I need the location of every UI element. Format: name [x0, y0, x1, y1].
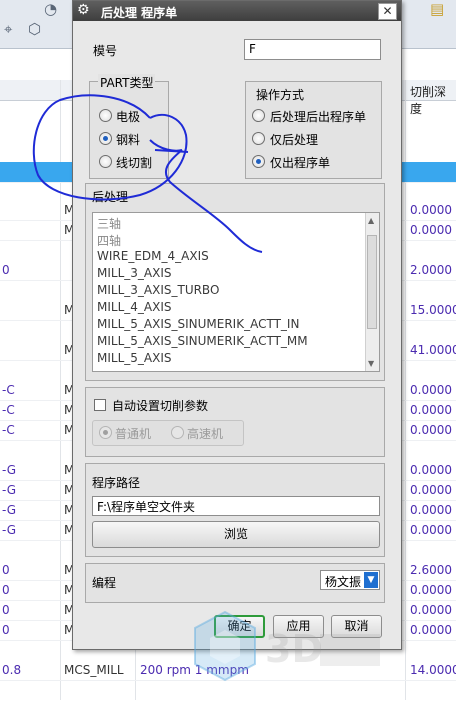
- postprocessor-title: 后处理: [90, 188, 131, 205]
- list-item[interactable]: MILL_3_AXIS: [97, 266, 171, 280]
- column-header-cut-depth[interactable]: 切削深度: [410, 83, 456, 117]
- option-label: 仅出程序单: [270, 156, 331, 170]
- table-cell: -G: [2, 523, 17, 537]
- option-label: 线切割: [116, 156, 153, 170]
- table-cell: 0.0000: [410, 383, 452, 397]
- programmer-value: 杨文振: [325, 575, 362, 589]
- programmer-group: 编程 杨文振 ▼: [85, 563, 385, 603]
- scroll-down-icon[interactable]: ▼: [368, 359, 374, 368]
- table-cell: -G: [2, 483, 17, 497]
- table-cell: 0.8: [2, 663, 22, 677]
- radio-normal-machine[interactable]: [99, 426, 112, 439]
- program-path-title: 程序路径: [92, 476, 141, 490]
- mold-number-input[interactable]: F: [244, 39, 381, 60]
- list-item[interactable]: MILL_5_AXIS_SINUMERIK_ACTT_IN: [97, 317, 299, 331]
- sketch-tool-icon[interactable]: ⌖: [4, 20, 12, 38]
- programmer-select[interactable]: 杨文振 ▼: [320, 570, 380, 590]
- list-item[interactable]: 三轴: [97, 215, 121, 232]
- list-item[interactable]: 四轴: [97, 232, 121, 249]
- radio-electrode[interactable]: [99, 109, 112, 122]
- apply-button[interactable]: 应用: [273, 615, 324, 638]
- close-button[interactable]: ✕: [378, 3, 397, 20]
- postprocessor-list[interactable]: 三轴 四轴 WIRE_EDM_4_AXIS MILL_3_AXIS MILL_3…: [92, 212, 380, 372]
- operation-mode-group: 操作方式 后处理后出程序单 仅后处理 仅出程序单: [245, 81, 382, 179]
- option-label: 后处理后出程序单: [270, 110, 367, 124]
- auto-cut-checkbox[interactable]: [94, 399, 106, 411]
- table-cell: 0.0000: [410, 503, 452, 517]
- gear-icon: ⚙: [77, 2, 90, 18]
- table-cell: 15.0000: [410, 303, 456, 317]
- operation-mode-title: 操作方式: [254, 86, 307, 103]
- table-cell: -C: [2, 383, 15, 397]
- notebook-tool-icon[interactable]: ▤: [430, 0, 444, 18]
- list-item[interactable]: WIRE_EDM_4_AXIS: [97, 249, 209, 263]
- program-path-group: 程序路径 F:\程序单空文件夹 浏览: [85, 463, 385, 557]
- option-label: 仅后处理: [270, 133, 319, 147]
- table-cell: 0: [2, 563, 10, 577]
- hexagon-tool-icon[interactable]: ⬡: [28, 20, 41, 38]
- cancel-button[interactable]: 取消: [331, 615, 382, 638]
- table-cell: 0.0000: [410, 423, 452, 437]
- table-cell: 0.0000: [410, 203, 452, 217]
- list-item[interactable]: MILL_5_AXIS_SINUMERIK_ACTT_MM: [97, 334, 308, 348]
- postprocess-dialog: ⚙ 后处理 程序单 ✕ 模号 F PART类型 电极 钢料 线切割 操作方式 后…: [72, 0, 402, 650]
- programmer-label: 编程: [92, 576, 117, 590]
- dialog-titlebar[interactable]: ⚙ 后处理 程序单 ✕: [73, 1, 401, 21]
- scroll-thumb[interactable]: [367, 235, 377, 329]
- table-cell: -G: [2, 463, 17, 477]
- radio-wire-cut[interactable]: [99, 155, 112, 168]
- option-label: 钢料: [116, 133, 141, 147]
- table-cell: -G: [2, 503, 17, 517]
- dialog-title: 后处理 程序单: [101, 6, 178, 20]
- table-cell: 0.0000: [410, 523, 452, 537]
- table-cell: 0.0000: [410, 603, 452, 617]
- part-type-title: PART类型: [98, 74, 156, 91]
- scroll-up-icon[interactable]: ▲: [368, 216, 374, 225]
- option-label: 普通机: [115, 427, 152, 441]
- auto-cut-label: 自动设置切削参数: [112, 399, 209, 413]
- table-cell: 0.0000: [410, 623, 452, 637]
- option-label: 电极: [116, 110, 141, 124]
- radio-high-speed-machine[interactable]: [171, 426, 184, 439]
- option-label: 高速机: [187, 427, 224, 441]
- table-cell: MCS_MILL: [64, 663, 124, 677]
- part-type-group: PART类型 电极 钢料 线切割: [89, 74, 169, 179]
- radio-sheet-only[interactable]: [252, 155, 265, 168]
- table-cell: -C: [2, 423, 15, 437]
- chevron-down-icon[interactable]: ▼: [364, 572, 378, 588]
- table-cell: 14.0000: [410, 663, 456, 677]
- table-cell: 0: [2, 583, 10, 597]
- table-cell: 2.0000: [410, 263, 452, 277]
- ok-button[interactable]: 确定: [214, 615, 265, 638]
- table-cell: 0: [2, 623, 10, 637]
- table-cell: -C: [2, 403, 15, 417]
- table-cell: 200 rpm 1 mmpm: [140, 663, 249, 677]
- table-row[interactable]: 0.8 MCS_MILL 200 rpm 1 mmpm 14.0000: [0, 660, 456, 681]
- table-cell: 0.0000: [410, 483, 452, 497]
- table-cell: 0.0000: [410, 223, 452, 237]
- table-cell: 0.0000: [410, 583, 452, 597]
- list-scrollbar[interactable]: ▲ ▼: [365, 213, 379, 371]
- program-path-input[interactable]: F:\程序单空文件夹: [92, 496, 380, 516]
- table-cell: 0: [2, 263, 10, 277]
- table-cell: 41.0000: [410, 343, 456, 357]
- table-cell: 0.0000: [410, 403, 452, 417]
- table-cell: 2.6000: [410, 563, 452, 577]
- clock-tool-icon[interactable]: ◔: [44, 0, 57, 18]
- mold-number-label: 模号: [93, 44, 118, 58]
- table-cell: 0.0000: [410, 463, 452, 477]
- list-item[interactable]: MILL_3_AXIS_TURBO: [97, 283, 219, 297]
- browse-button[interactable]: 浏览: [92, 521, 380, 548]
- auto-cut-group: 自动设置切削参数 普通机 高速机: [85, 387, 385, 457]
- postprocessor-group: 后处理 三轴 四轴 WIRE_EDM_4_AXIS MILL_3_AXIS MI…: [85, 183, 385, 381]
- list-item[interactable]: MILL_5_AXIS: [97, 351, 171, 365]
- list-item[interactable]: MILL_4_AXIS: [97, 300, 171, 314]
- radio-post-only[interactable]: [252, 132, 265, 145]
- radio-post-and-sheet[interactable]: [252, 109, 265, 122]
- radio-steel[interactable]: [99, 132, 112, 145]
- machine-type-group: 普通机 高速机: [92, 420, 244, 446]
- table-cell: 0: [2, 603, 10, 617]
